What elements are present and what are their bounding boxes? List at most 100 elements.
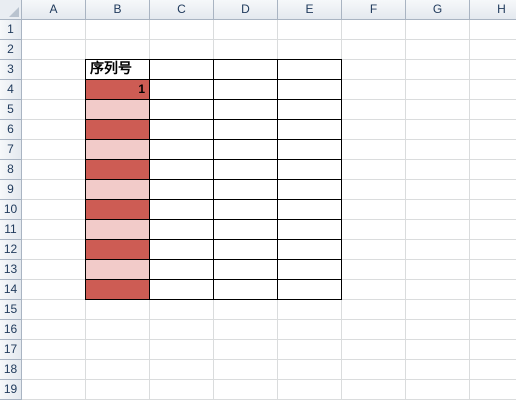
- cell-f6[interactable]: [342, 120, 406, 140]
- table-cell-e5[interactable]: [278, 100, 342, 120]
- table-cell-b6[interactable]: [85, 120, 150, 140]
- table-cell-e10[interactable]: [278, 200, 342, 220]
- table-cell-b9[interactable]: [85, 180, 150, 200]
- row-header-3[interactable]: 3: [0, 60, 22, 80]
- cell-a17[interactable]: [22, 340, 86, 360]
- column-header-a[interactable]: A: [22, 0, 86, 20]
- table-cell-c13[interactable]: [150, 260, 214, 280]
- cell-f2[interactable]: [342, 40, 406, 60]
- cell-c2[interactable]: [150, 40, 214, 60]
- column-header-f[interactable]: F: [342, 0, 406, 20]
- cell-a18[interactable]: [22, 360, 86, 380]
- column-header-c[interactable]: C: [150, 0, 214, 20]
- table-cell-b5[interactable]: [85, 100, 150, 120]
- cell-h11[interactable]: [470, 220, 516, 240]
- cell-a15[interactable]: [22, 300, 86, 320]
- cell-a19[interactable]: [22, 380, 86, 400]
- cell-g14[interactable]: [406, 280, 470, 300]
- cell-d18[interactable]: [214, 360, 278, 380]
- table-cell-b7[interactable]: [85, 140, 150, 160]
- cell-e18[interactable]: [278, 360, 342, 380]
- cell-b1[interactable]: [86, 20, 150, 40]
- table-cell-c10[interactable]: [150, 200, 214, 220]
- cell-g12[interactable]: [406, 240, 470, 260]
- cell-a6[interactable]: [22, 120, 86, 140]
- row-header-17[interactable]: 17: [0, 340, 22, 360]
- cell-f17[interactable]: [342, 340, 406, 360]
- table-cell-b12[interactable]: [85, 240, 150, 260]
- cell-f9[interactable]: [342, 180, 406, 200]
- table-cell-d5[interactable]: [214, 100, 278, 120]
- cell-a5[interactable]: [22, 100, 86, 120]
- table-cell-d13[interactable]: [214, 260, 278, 280]
- row-header-1[interactable]: 1: [0, 20, 22, 40]
- cell-c15[interactable]: [150, 300, 214, 320]
- cell-c1[interactable]: [150, 20, 214, 40]
- cell-h6[interactable]: [470, 120, 516, 140]
- cell-h12[interactable]: [470, 240, 516, 260]
- cell-c18[interactable]: [150, 360, 214, 380]
- table-cell-e13[interactable]: [278, 260, 342, 280]
- cell-g17[interactable]: [406, 340, 470, 360]
- cell-a3[interactable]: [22, 60, 86, 80]
- cell-d2[interactable]: [214, 40, 278, 60]
- table-cell-d6[interactable]: [214, 120, 278, 140]
- table-cell-d12[interactable]: [214, 240, 278, 260]
- cell-a10[interactable]: [22, 200, 86, 220]
- cell-d15[interactable]: [214, 300, 278, 320]
- cell-g1[interactable]: [406, 20, 470, 40]
- cell-f14[interactable]: [342, 280, 406, 300]
- cell-g2[interactable]: [406, 40, 470, 60]
- cell-g15[interactable]: [406, 300, 470, 320]
- cell-f8[interactable]: [342, 160, 406, 180]
- table-cell-d11[interactable]: [214, 220, 278, 240]
- cell-d19[interactable]: [214, 380, 278, 400]
- cell-d16[interactable]: [214, 320, 278, 340]
- column-header-h[interactable]: H: [470, 0, 516, 20]
- cell-g3[interactable]: [406, 60, 470, 80]
- table-cell-d4[interactable]: [214, 80, 278, 100]
- table-cell-b4[interactable]: 1: [85, 80, 150, 100]
- table-cell-b13[interactable]: [85, 260, 150, 280]
- cell-a2[interactable]: [22, 40, 86, 60]
- cell-f15[interactable]: [342, 300, 406, 320]
- table-cell-c14[interactable]: [150, 280, 214, 300]
- cell-g8[interactable]: [406, 160, 470, 180]
- row-header-11[interactable]: 11: [0, 220, 22, 240]
- table-cell-e8[interactable]: [278, 160, 342, 180]
- column-header-g[interactable]: G: [406, 0, 470, 20]
- cell-a12[interactable]: [22, 240, 86, 260]
- cell-g11[interactable]: [406, 220, 470, 240]
- cell-a8[interactable]: [22, 160, 86, 180]
- cell-h17[interactable]: [470, 340, 516, 360]
- cell-b16[interactable]: [86, 320, 150, 340]
- cell-a7[interactable]: [22, 140, 86, 160]
- table-cell-e11[interactable]: [278, 220, 342, 240]
- table-cell-b3[interactable]: 序列号: [85, 59, 150, 80]
- table-cell-e4[interactable]: [278, 80, 342, 100]
- table-cell-c11[interactable]: [150, 220, 214, 240]
- cell-f16[interactable]: [342, 320, 406, 340]
- row-header-10[interactable]: 10: [0, 200, 22, 220]
- cell-g4[interactable]: [406, 80, 470, 100]
- cell-h5[interactable]: [470, 100, 516, 120]
- cell-e16[interactable]: [278, 320, 342, 340]
- cell-b19[interactable]: [86, 380, 150, 400]
- cell-f1[interactable]: [342, 20, 406, 40]
- cell-b18[interactable]: [86, 360, 150, 380]
- row-header-14[interactable]: 14: [0, 280, 22, 300]
- row-header-19[interactable]: 19: [0, 380, 22, 400]
- table-cell-c8[interactable]: [150, 160, 214, 180]
- table-cell-e9[interactable]: [278, 180, 342, 200]
- cell-c17[interactable]: [150, 340, 214, 360]
- cell-b17[interactable]: [86, 340, 150, 360]
- cell-e17[interactable]: [278, 340, 342, 360]
- cell-h19[interactable]: [470, 380, 516, 400]
- cell-a11[interactable]: [22, 220, 86, 240]
- cell-e2[interactable]: [278, 40, 342, 60]
- cell-f10[interactable]: [342, 200, 406, 220]
- table-cell-b8[interactable]: [85, 160, 150, 180]
- table-cell-d8[interactable]: [214, 160, 278, 180]
- table-cell-d9[interactable]: [214, 180, 278, 200]
- cell-g7[interactable]: [406, 140, 470, 160]
